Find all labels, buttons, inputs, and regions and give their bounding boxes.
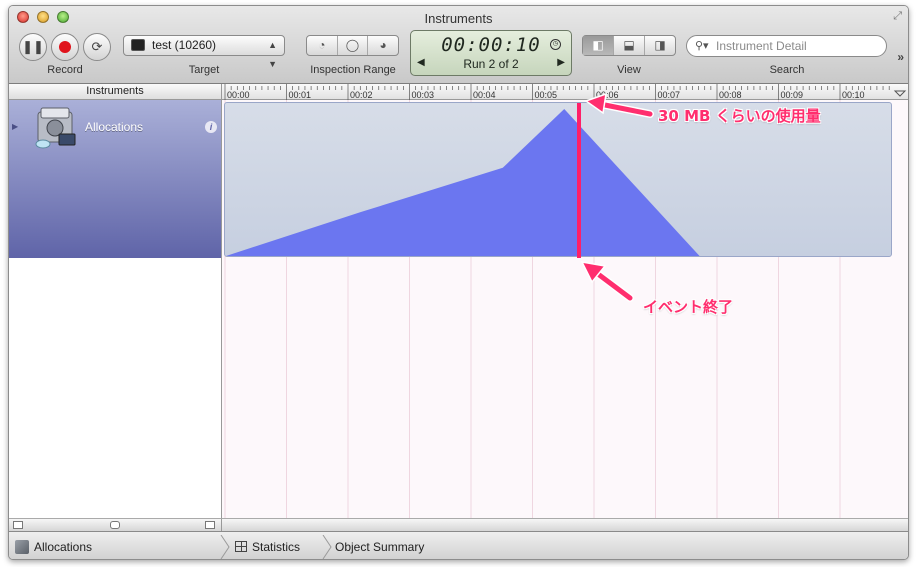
- peak-arrow-icon: [584, 92, 654, 118]
- annotation-layer: [577, 92, 654, 302]
- peak-annotation: 30 MB くらいの使用量: [658, 107, 821, 125]
- event-end-arrow-icon: [580, 261, 634, 302]
- event-end-annotation: イベント終了: [643, 298, 734, 316]
